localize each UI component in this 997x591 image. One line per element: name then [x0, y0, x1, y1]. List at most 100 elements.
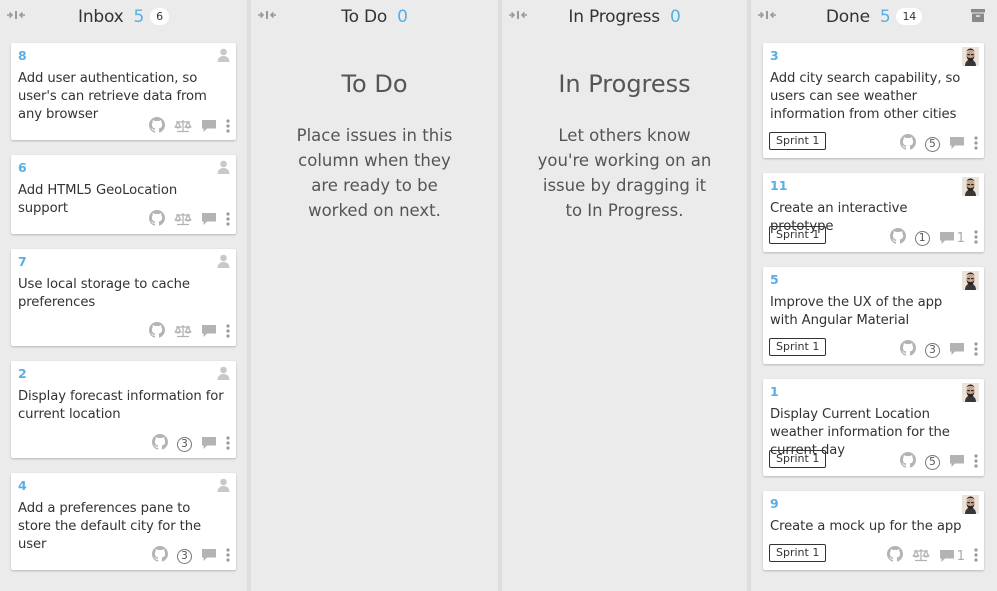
- unassigned-user-icon[interactable]: [217, 48, 230, 62]
- kebab-menu-icon[interactable]: [226, 211, 230, 230]
- github-icon[interactable]: [152, 546, 168, 566]
- empty-column-title: To Do: [341, 70, 408, 98]
- issue-title[interactable]: Add user authentication, so user's can r…: [18, 70, 224, 124]
- card-actions: 5: [891, 452, 978, 472]
- sprint-label[interactable]: Sprint 1: [769, 226, 827, 244]
- issue-number[interactable]: 5: [770, 272, 779, 287]
- github-icon[interactable]: [900, 452, 916, 472]
- comment-icon[interactable]: [201, 211, 217, 230]
- issue-number[interactable]: 3: [770, 48, 779, 63]
- estimate-badge[interactable]: 5: [925, 454, 940, 470]
- assignee-avatar[interactable]: [962, 495, 979, 514]
- github-icon[interactable]: [900, 134, 916, 154]
- assignee-avatar[interactable]: [962, 47, 979, 66]
- total-badge: 6: [150, 8, 169, 25]
- comment-icon[interactable]: [949, 135, 965, 154]
- sprint-label[interactable]: Sprint 1: [769, 132, 827, 150]
- kebab-menu-icon[interactable]: [974, 229, 978, 248]
- kebab-menu-icon[interactable]: [974, 453, 978, 472]
- github-icon[interactable]: [149, 210, 165, 230]
- kebab-menu-icon[interactable]: [974, 547, 978, 566]
- issue-card[interactable]: 5 Improve the UX of the app with Angular…: [763, 267, 984, 364]
- estimate-badge[interactable]: 5: [925, 136, 940, 152]
- column-title-text: Inbox: [78, 7, 124, 27]
- issue-number[interactable]: 11: [770, 178, 787, 193]
- unassigned-user-icon[interactable]: [217, 254, 230, 268]
- issue-number[interactable]: 7: [18, 254, 27, 269]
- scale-icon[interactable]: [912, 547, 930, 566]
- github-icon[interactable]: [890, 228, 906, 248]
- assignee-avatar[interactable]: [962, 177, 979, 196]
- github-icon[interactable]: [149, 117, 165, 137]
- github-icon[interactable]: [149, 322, 165, 342]
- comment-icon[interactable]: [939, 549, 955, 563]
- assignee-avatar[interactable]: [962, 383, 979, 402]
- column-todo: To Do 0 To Do Place issues in this column…: [251, 0, 498, 591]
- issue-card[interactable]: 4 Add a preferences pane to store the de…: [11, 473, 236, 570]
- unassigned-user-icon[interactable]: [217, 160, 230, 174]
- github-icon[interactable]: [900, 340, 916, 360]
- issue-title[interactable]: Improve the UX of the app with Angular M…: [770, 294, 972, 330]
- kebab-menu-icon[interactable]: [226, 323, 230, 342]
- kebab-menu-icon[interactable]: [974, 135, 978, 154]
- comment-count[interactable]: 1: [939, 231, 965, 246]
- estimate-badge[interactable]: 3: [177, 548, 192, 564]
- comment-icon[interactable]: [201, 547, 217, 566]
- comment-count[interactable]: 1: [939, 549, 965, 564]
- kebab-menu-icon[interactable]: [226, 435, 230, 454]
- issue-count: 0: [669, 7, 681, 27]
- comment-icon[interactable]: [201, 435, 217, 454]
- card-actions: 1 1: [881, 228, 978, 248]
- card-actions: 1: [878, 546, 978, 566]
- issue-title[interactable]: Display forecast information for current…: [18, 388, 224, 424]
- issue-card[interactable]: 9 Create a mock up for the app Sprint 1 …: [763, 491, 984, 570]
- issue-title[interactable]: Use local storage to cache preferences: [18, 276, 224, 312]
- kebab-menu-icon[interactable]: [226, 547, 230, 566]
- issue-number[interactable]: 6: [18, 160, 27, 175]
- card-actions: [140, 210, 230, 230]
- issue-card[interactable]: 2 Display forecast information for curre…: [11, 361, 236, 458]
- comment-icon[interactable]: [949, 341, 965, 360]
- issue-count: 5: [879, 7, 891, 27]
- issue-title[interactable]: Add city search capability, so users can…: [770, 70, 972, 124]
- column-title: In Progress 0: [502, 7, 747, 27]
- unassigned-user-icon[interactable]: [217, 478, 230, 492]
- issue-card[interactable]: 3 Add city search capability, so users c…: [763, 43, 984, 158]
- sprint-label[interactable]: Sprint 1: [769, 338, 827, 356]
- assignee-avatar[interactable]: [962, 271, 979, 290]
- estimate-badge[interactable]: 3: [177, 436, 192, 452]
- unassigned-user-icon[interactable]: [217, 366, 230, 380]
- card-actions: 3: [143, 546, 230, 566]
- scale-icon[interactable]: [174, 323, 192, 342]
- issue-card[interactable]: 7 Use local storage to cache preferences: [11, 249, 236, 346]
- issue-card[interactable]: 11 Create an interactive prototype Sprin…: [763, 173, 984, 252]
- kebab-menu-icon[interactable]: [226, 118, 230, 137]
- sprint-label[interactable]: Sprint 1: [769, 544, 827, 562]
- scale-icon[interactable]: [174, 211, 192, 230]
- kebab-menu-icon[interactable]: [974, 341, 978, 360]
- issue-number[interactable]: 9: [770, 496, 779, 511]
- issue-card[interactable]: 8 Add user authentication, so user's can…: [11, 43, 236, 140]
- estimate-badge[interactable]: 3: [925, 342, 940, 358]
- estimate-badge[interactable]: 1: [914, 230, 930, 246]
- sprint-label[interactable]: Sprint 1: [769, 450, 827, 468]
- archive-icon[interactable]: [971, 9, 985, 22]
- github-icon[interactable]: [152, 434, 168, 454]
- comment-icon[interactable]: [201, 323, 217, 342]
- empty-column-title: In Progress: [558, 70, 691, 98]
- card-actions: 5: [891, 134, 978, 154]
- issue-number[interactable]: 8: [18, 48, 27, 63]
- issue-title[interactable]: Create a mock up for the app: [770, 518, 972, 536]
- github-icon[interactable]: [887, 546, 903, 566]
- issue-number[interactable]: 1: [770, 384, 779, 399]
- empty-column-text: Place issues in this column when they ar…: [296, 126, 453, 220]
- issue-number[interactable]: 2: [18, 366, 27, 381]
- column-title: Inbox 5 6: [0, 7, 247, 27]
- issue-number[interactable]: 4: [18, 478, 27, 493]
- comment-icon[interactable]: [201, 118, 217, 137]
- scale-icon[interactable]: [174, 118, 192, 137]
- comment-icon[interactable]: [939, 231, 955, 245]
- comment-icon[interactable]: [949, 453, 965, 472]
- issue-card[interactable]: 6 Add HTML5 GeoLocation support: [11, 155, 236, 234]
- issue-card[interactable]: 1 Display Current Location weather infor…: [763, 379, 984, 476]
